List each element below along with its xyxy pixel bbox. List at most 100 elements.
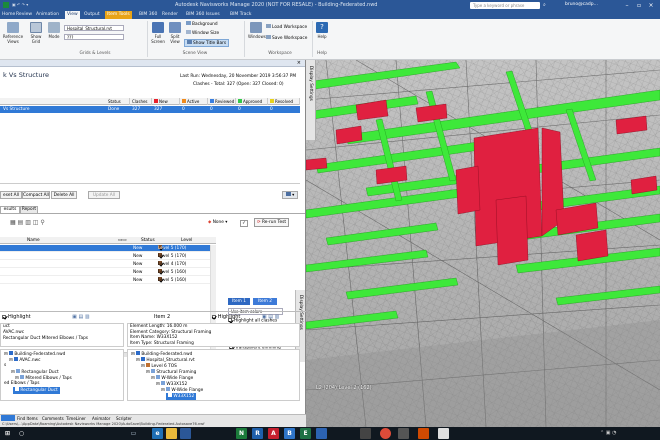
results-col-status[interactable]: Status (141, 237, 155, 244)
tab-view[interactable]: View (65, 11, 80, 19)
load-workspace-button[interactable]: Load Workspace (266, 24, 307, 30)
group-icon[interactable]: ▤ (18, 219, 24, 226)
bim-track-icon[interactable] (316, 428, 327, 439)
search-icon[interactable]: ⌕ (543, 2, 546, 8)
task-view-icon[interactable]: ▭ (128, 428, 139, 439)
assign-dropdown[interactable]: ◆ None ▾ (208, 220, 227, 225)
item1-highlight-check[interactable] (2, 314, 6, 319)
item2-props-icon[interactable]: ▥ (275, 314, 280, 320)
bottom-tab-timeliner[interactable]: TimeLiner (66, 415, 86, 422)
tab-render[interactable]: Render (160, 11, 180, 19)
tab-review[interactable]: Review (14, 11, 34, 19)
col-status[interactable]: Status (106, 98, 130, 105)
compact-all-button[interactable]: Compact All (22, 191, 50, 199)
full-screen-button[interactable]: Full Screen (150, 22, 166, 44)
item1-sets-icon[interactable]: ▤ (79, 314, 84, 320)
powerpoint-icon[interactable] (418, 428, 429, 439)
background-button[interactable]: Background (186, 21, 218, 27)
item1-props-icon[interactable]: ▥ (85, 314, 90, 320)
window-size-button[interactable]: Window Size (186, 30, 219, 36)
approve-check-icon[interactable]: ✓ (240, 220, 248, 227)
result-row[interactable]: New Level 5 (160) (0, 269, 215, 276)
item1-select-icon[interactable]: ▣ (72, 314, 77, 320)
windows-button[interactable]: Windows (248, 22, 266, 39)
tray-icons[interactable]: ⌃ ▣ ◔ (600, 430, 616, 436)
tree-node-selected[interactable]: Rectangular Duct (13, 387, 60, 394)
close-icon[interactable]: × (646, 1, 656, 10)
user-account[interactable]: bruno@cadp... (565, 2, 598, 7)
result-row[interactable]: New Level 4 (170) (0, 261, 215, 268)
tree-node[interactable]: ⊟ AVAC.nwc (9, 357, 41, 364)
show-grid-button[interactable]: Show Grid (28, 22, 44, 44)
col-resolved[interactable]: Resolved (268, 98, 300, 105)
filter-icon[interactable]: ⚲ (40, 219, 44, 226)
taskbar-search-icon[interactable]: ○ (16, 428, 27, 439)
item2-select-icon[interactable]: ▣ (262, 314, 267, 320)
search-input[interactable]: Type a keyword or phrase (470, 2, 540, 9)
bottom-tab-find-items[interactable]: Find Items (17, 415, 38, 422)
photos-icon[interactable] (438, 428, 449, 439)
tab-output[interactable]: Output (82, 11, 102, 19)
item1-color-button[interactable]: Item 1 (228, 298, 250, 305)
tab-bim-track[interactable]: BIM Track (228, 11, 254, 19)
clash-test-row[interactable]: Vs Structure Done 327 327 0 0 0 0 (0, 106, 300, 113)
bottom-tab-scripter[interactable]: Scripter (116, 415, 132, 422)
tree-node-selected[interactable]: W33X152 (166, 393, 197, 400)
reference-views-button[interactable]: Reference Views (2, 22, 24, 44)
bim360-icon[interactable]: B (284, 428, 295, 439)
col-reviewed[interactable]: Reviewed (208, 98, 236, 105)
grid-level-select[interactable]: ??? (64, 34, 124, 40)
edge-icon[interactable]: e (152, 428, 163, 439)
col-new[interactable]: New (152, 98, 180, 105)
export-button[interactable]: ▾ (282, 191, 298, 199)
item2-highlight-check[interactable] (211, 314, 216, 319)
grid-model-select[interactable]: Hospital_Structural.rvt (64, 25, 124, 31)
tree-node[interactable]: s (4, 363, 6, 369)
rerun-test-button[interactable]: ⟳ Re-run Test (254, 218, 290, 227)
panel-close-icon[interactable]: × (297, 60, 301, 66)
tab-results[interactable]: esults (0, 206, 20, 213)
maximize-icon[interactable]: ▫ (634, 1, 644, 10)
3d-viewport[interactable]: Display Settings L2 (204) Level 2 (162) (306, 60, 660, 427)
new-group-icon[interactable]: ▦ (10, 219, 16, 226)
results-col-name[interactable]: Name (27, 237, 40, 244)
reset-all-button[interactable]: eset All (0, 191, 22, 199)
app-icon[interactable] (398, 428, 409, 439)
chrome-icon[interactable] (380, 428, 391, 439)
split-view-button[interactable]: Split View (168, 22, 182, 44)
tab-item-tools[interactable]: Item Tools (105, 11, 132, 19)
col-active[interactable]: Active (180, 98, 208, 105)
store-icon[interactable] (180, 428, 191, 439)
file-explorer-icon[interactable] (166, 428, 177, 439)
app-icon[interactable] (360, 428, 371, 439)
col-approved[interactable]: Approved (236, 98, 268, 105)
save-workspace-button[interactable]: Save Workspace (266, 35, 307, 41)
viewport-sidetab[interactable]: Display Settings (306, 60, 316, 140)
navisworks-icon[interactable]: N (236, 428, 247, 439)
quick-access-toolbar[interactable]: ▣ ↶ ↷ ▾ (12, 2, 52, 8)
item2-color-button[interactable]: Item 2 (253, 298, 277, 305)
bottom-tab-comments[interactable]: Comments (42, 415, 64, 422)
ungroup-icon[interactable]: ▥ (25, 219, 31, 226)
result-row[interactable]: New Level 5 (160) (0, 277, 215, 284)
tab-report[interactable]: Report (20, 206, 38, 213)
item2-sets-icon[interactable]: ▤ (268, 314, 273, 320)
help-button[interactable]: ? Help (315, 22, 329, 39)
explode-icon[interactable]: ◫ (33, 219, 39, 226)
update-all-button[interactable]: Update All (88, 191, 120, 199)
results-col-level[interactable]: Level (181, 237, 192, 244)
excel-icon[interactable]: E (300, 428, 311, 439)
revit-icon[interactable]: R (252, 428, 263, 439)
tab-bim360[interactable]: BIM 360 (137, 11, 159, 19)
app-logo-icon[interactable] (3, 2, 9, 8)
grid-mode-button[interactable]: Mode (47, 22, 61, 39)
autocad-icon[interactable]: A (268, 428, 279, 439)
bottom-tab-animator[interactable]: Animator (92, 415, 110, 422)
tab-bim360-issues[interactable]: BIM 360 Issues (184, 11, 222, 19)
tab-animation[interactable]: Animation (34, 11, 61, 19)
result-row[interactable]: New Level 5 (170) (0, 245, 215, 252)
start-icon[interactable]: ⊞ (2, 428, 13, 439)
result-row[interactable]: New Level 5 (170) (0, 253, 215, 260)
show-title-bars-toggle[interactable]: Show Title Bars (184, 39, 230, 47)
col-clashes[interactable]: Clashes (130, 98, 152, 105)
